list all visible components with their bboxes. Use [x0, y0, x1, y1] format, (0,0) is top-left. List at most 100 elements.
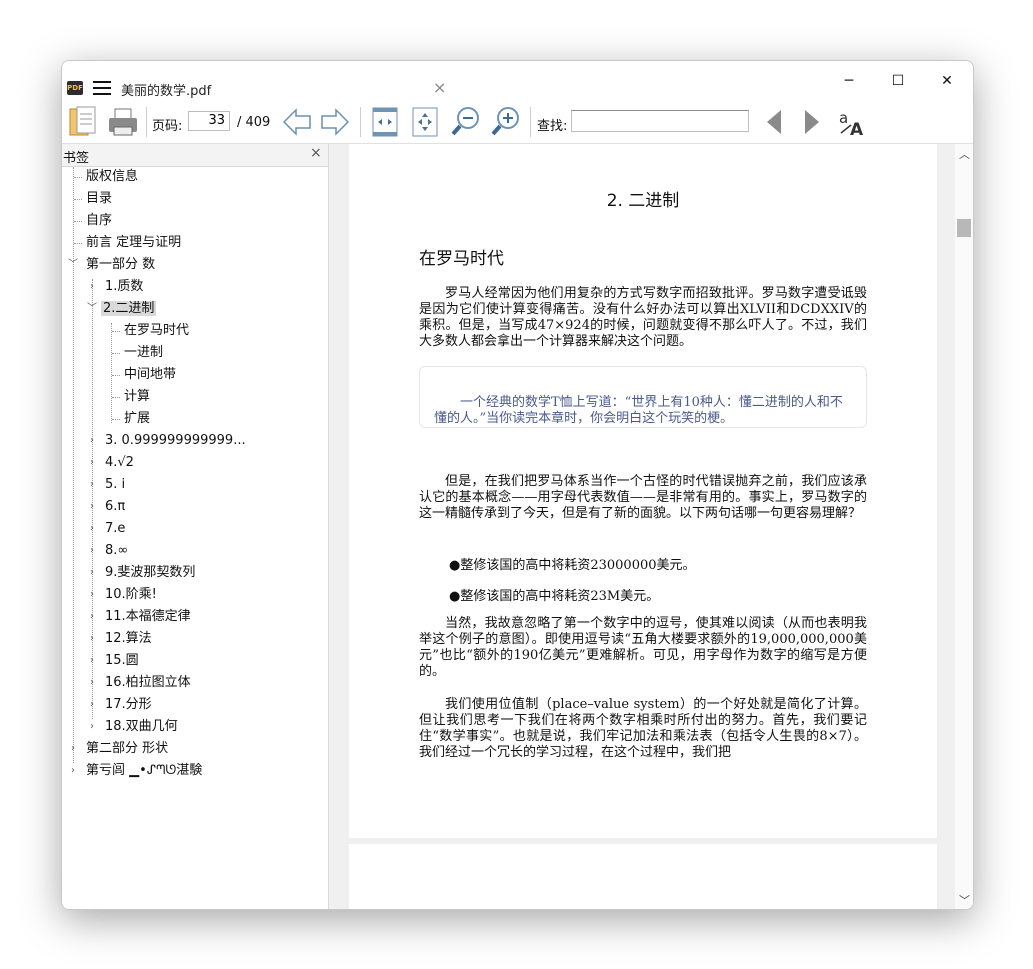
next-page-icon[interactable]: [319, 105, 351, 139]
bookmark-item[interactable]: 9.斐波那契数列: [103, 563, 197, 583]
find-input[interactable]: [571, 110, 749, 132]
expand-chevron-icon[interactable]: ›: [87, 519, 97, 539]
bookmark-item[interactable]: 计算: [122, 387, 152, 407]
zoom-in-icon[interactable]: [490, 105, 522, 139]
bookmark-item[interactable]: 4.√2: [103, 453, 136, 473]
previous-page-icon[interactable]: [281, 105, 313, 139]
bookmark-item[interactable]: 15.圆: [103, 651, 141, 671]
bullet-item: ●整修该国的高中将耗资23M美元。: [449, 589, 660, 604]
bookmark-item[interactable]: 1.质数: [103, 277, 145, 297]
fit-page-icon[interactable]: [410, 105, 440, 139]
bookmark-item[interactable]: 中间地带: [122, 365, 178, 385]
chapter-title: 2. 二进制: [606, 191, 680, 211]
toolbar: 页码: 33 / 409 查找: a A: [62, 103, 973, 144]
bookmark-item[interactable]: 7.e: [103, 519, 127, 539]
expand-chevron-icon[interactable]: ›: [87, 453, 97, 473]
tree-connector: [112, 353, 120, 354]
bookmark-item[interactable]: 版权信息: [84, 167, 140, 187]
svg-text:a: a: [839, 109, 848, 127]
pdf-page: 2. 二进制 在罗马时代 罗马人经常因为他们用复杂的方式写数字而招致批评。罗马数…: [349, 144, 937, 838]
expand-chevron-icon[interactable]: ›: [68, 739, 78, 759]
minimize-button[interactable]: ─: [826, 67, 872, 95]
pdf-app-icon: PDF: [67, 81, 83, 95]
tree-connector: [112, 397, 120, 398]
quote-box: 一个经典的数学T恤上写道：“世界上有10种人：懂二进制的人和不懂的人。”当你读完…: [419, 366, 867, 428]
expand-chevron-icon[interactable]: ›: [87, 673, 97, 693]
collapse-chevron-icon[interactable]: ﹀: [68, 255, 78, 275]
bullet-item: ●整修该国的高中将耗资23000000美元。: [449, 558, 696, 573]
expand-chevron-icon[interactable]: ›: [87, 541, 97, 561]
expand-chevron-icon[interactable]: ›: [87, 717, 97, 737]
find-next-icon[interactable]: [800, 105, 824, 139]
sidebar-header: 书签 ×: [62, 144, 328, 167]
vertical-scrollbar[interactable]: ︿ ﹀: [955, 144, 973, 909]
match-case-icon[interactable]: a A: [837, 105, 869, 139]
bookmark-item[interactable]: 在罗马时代: [122, 321, 191, 341]
bookmark-item[interactable]: 18.双曲几何: [103, 717, 180, 737]
bookmark-item[interactable]: 10.阶乘!: [103, 585, 159, 605]
section-title: 在罗马时代: [419, 249, 504, 269]
toolbar-separator: [530, 107, 531, 137]
open-file-icon[interactable]: [68, 105, 98, 139]
bookmark-item[interactable]: 16.柏拉图立体: [103, 673, 193, 693]
quote-text: 一个经典的数学T恤上写道：“世界上有10种人：懂二进制的人和不懂的人。”当你读完…: [434, 395, 843, 426]
expand-chevron-icon[interactable]: ›: [87, 607, 97, 627]
bookmark-item[interactable]: 5. i: [103, 475, 127, 495]
total-pages: / 409: [237, 115, 271, 130]
bookmark-item[interactable]: 12.算法: [103, 629, 154, 649]
tab-title[interactable]: 美丽的数学.pdf: [121, 80, 211, 99]
paragraph: 当然，我故意忽略了第一个数字中的逗号，使其难以阅读（从而也表明我举这个例子的意图…: [419, 616, 867, 679]
document-view[interactable]: 2. 二进制 在罗马时代 罗马人经常因为他们用复杂的方式写数字而招致批评。罗马数…: [329, 144, 955, 909]
svg-text:A: A: [850, 120, 864, 139]
print-icon[interactable]: [106, 105, 140, 139]
hamburger-menu-icon[interactable]: [93, 81, 111, 95]
tab-close-icon[interactable]: ×: [433, 78, 446, 97]
bookmark-item[interactable]: 前言 定理与证明: [84, 233, 183, 253]
expand-chevron-icon[interactable]: ›: [87, 475, 97, 495]
expand-chevron-icon[interactable]: ›: [87, 497, 97, 517]
page-label: 页码:: [152, 119, 183, 134]
expand-chevron-icon[interactable]: ›: [68, 761, 78, 781]
tree-connector: [74, 243, 82, 244]
bookmark-item[interactable]: 扩展: [122, 409, 152, 429]
bookmark-item[interactable]: 自序: [84, 211, 114, 231]
expand-chevron-icon[interactable]: ›: [87, 695, 97, 715]
bookmark-item[interactable]: 目录: [84, 189, 114, 209]
close-button[interactable]: ✕: [924, 67, 970, 95]
bookmark-item[interactable]: 8.∞: [103, 541, 130, 561]
tree-guide-line: [111, 323, 112, 423]
bookmark-item[interactable]: 第一部分 数: [84, 255, 157, 275]
expand-chevron-icon[interactable]: ›: [87, 563, 97, 583]
page-number-input[interactable]: 33: [188, 111, 230, 131]
expand-chevron-icon[interactable]: ›: [87, 651, 97, 671]
bookmark-item[interactable]: 第二部分 形状: [84, 739, 170, 759]
tree-connector: [74, 177, 82, 178]
scroll-up-icon[interactable]: ︿: [959, 146, 970, 162]
bookmark-item[interactable]: 一进制: [122, 343, 165, 363]
sidebar-title: 书签: [63, 151, 90, 166]
toolbar-separator: [146, 107, 147, 137]
bookmark-item[interactable]: 第亏闾 ▁•ᔑᘉᘎ湛験: [84, 761, 204, 781]
bookmark-item-selected[interactable]: 2.二进制: [101, 299, 157, 319]
maximize-button[interactable]: ☐: [875, 67, 921, 95]
expand-chevron-icon[interactable]: ›: [87, 431, 97, 451]
fit-width-icon[interactable]: [370, 105, 400, 139]
toolbar-separator: [360, 107, 361, 137]
bookmark-item[interactable]: 17.分形: [103, 695, 154, 715]
zoom-out-icon[interactable]: [450, 105, 482, 139]
scrollbar-thumb[interactable]: [957, 219, 971, 237]
expand-chevron-icon[interactable]: ›: [87, 629, 97, 649]
paragraph: 我们使用位值制（place–value system）的一个好处就是简化了计算。…: [419, 697, 867, 760]
expand-chevron-icon[interactable]: ›: [87, 277, 97, 297]
scroll-down-icon[interactable]: ﹀: [959, 892, 970, 908]
sidebar-close-icon[interactable]: ×: [310, 145, 322, 161]
bookmark-item[interactable]: 3. 0.999999999999...: [103, 431, 248, 451]
bookmark-item[interactable]: 11.本福德定律: [103, 607, 193, 627]
paragraph: 罗马人经常因为他们用复杂的方式写数字而招致批评。罗马数字遭受诋毁是因为它们使计算…: [419, 286, 867, 349]
find-previous-icon[interactable]: [762, 105, 786, 139]
expand-chevron-icon[interactable]: ›: [87, 585, 97, 605]
pdf-page-next: [349, 844, 937, 909]
collapse-chevron-icon[interactable]: ﹀: [87, 299, 97, 319]
tree-connector: [74, 199, 82, 200]
bookmark-item[interactable]: 6.π: [103, 497, 127, 517]
